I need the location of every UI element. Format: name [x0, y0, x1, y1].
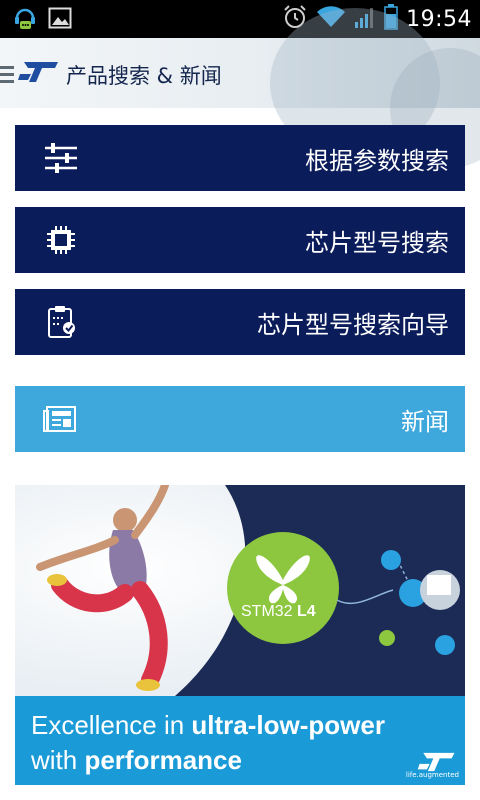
clipboard-check-icon — [43, 306, 79, 338]
action-bar: 产品搜索 & 新闻 — [0, 8, 480, 168]
tile-label: 根据参数搜索 — [305, 147, 449, 175]
news-button[interactable]: 新闻 — [15, 386, 465, 452]
clock: 19:54 — [406, 6, 472, 32]
tile-label: 芯片型号搜索向导 — [257, 311, 449, 339]
page-title: 产品搜索 & 新闻 — [66, 64, 222, 88]
st-logo[interactable] — [18, 60, 60, 88]
product-label: STM32 L4 — [241, 603, 316, 620]
sliders-icon — [43, 142, 79, 174]
part-number-search-wizard-button[interactable]: 芯片型号搜索向导 — [15, 289, 465, 355]
promo-banner[interactable]: STM32 L4 Excellence in ultra-low-power w… — [15, 485, 465, 785]
part-number-search-button[interactable]: 芯片型号搜索 — [15, 207, 465, 273]
drawer-menu-icon[interactable] — [0, 66, 14, 87]
tile-label: 新闻 — [401, 408, 449, 436]
image-icon — [48, 7, 72, 33]
headset-chat-icon — [14, 6, 36, 34]
banner-headline: Excellence in ultra-low-power with perfo… — [15, 696, 465, 785]
search-by-parameter-button[interactable]: 根据参数搜索 — [15, 125, 465, 191]
newspaper-icon — [43, 403, 79, 435]
tile-label: 芯片型号搜索 — [305, 229, 449, 257]
chip-icon — [43, 224, 79, 256]
banner-illustration — [15, 485, 465, 696]
logo-tagline: life.augmented — [405, 771, 459, 779]
